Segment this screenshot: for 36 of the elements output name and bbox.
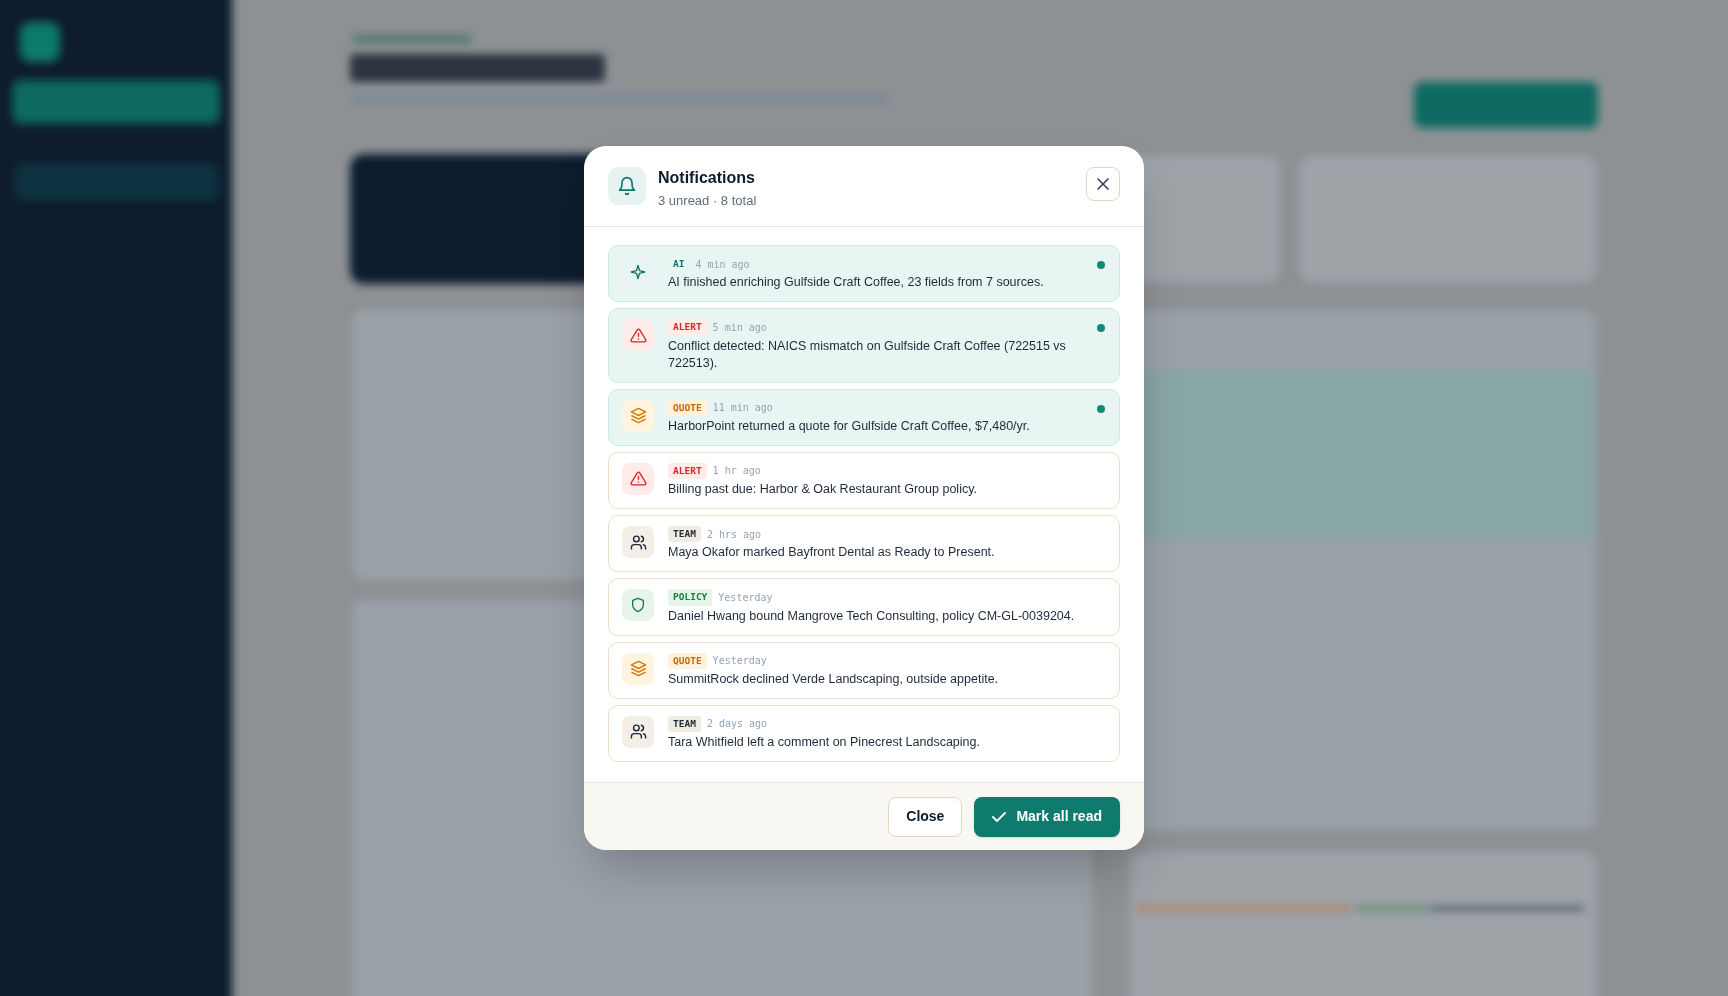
timestamp: 2 hrs ago [706, 527, 762, 542]
notification-item[interactable]: ALERT 1 hr ago Billing past due: Harbor & Oak Restaurant Group policy. [608, 451, 1120, 509]
timestamp: 1 hr ago [712, 464, 761, 479]
notification-item[interactable]: QUOTE 11 min ago HarborPoint returned a quote for Gulfside Craft Coffee, $7,480/yr. [608, 388, 1120, 446]
notification-text: SummitRock declined Verde Landscaping, outside appetite. [668, 670, 1000, 688]
category-tag: TEAM [668, 715, 701, 732]
category-tag: QUOTE [668, 652, 707, 669]
notification-item[interactable]: POLICY Yesterday Daniel Hwang bound Mangrove Tech Consulting, policy CM-GL-0039204. [608, 578, 1120, 636]
category-tag: ALERT [668, 462, 707, 479]
category-tag: POLICY [668, 589, 713, 606]
timestamp: 11 min ago [712, 401, 773, 416]
dialog-subtitle: 3 unread · 8 total [658, 192, 758, 210]
category-tag: AI [668, 256, 690, 273]
notification-text: Tara Whitfield left a comment on Pinecrest Landscaping. [668, 734, 981, 751]
notification-item[interactable]: QUOTE Yesterday SummitRock declined Verde Landscaping, outside appetite. [608, 641, 1120, 699]
timestamp: 4 min ago [695, 257, 750, 272]
notification-text: HarborPoint returned a quote for Gulfside Craft Coffee, $7,480/yr. [668, 417, 1031, 435]
notification-item[interactable]: ALERT 5 min ago Conflict detected: NAICS mismatch on Gulfside Craft Coffee (722515 vs 722513). [608, 308, 1120, 383]
notification-text: Billing past due: Harbor & Oak Restaurant Group policy. [668, 481, 978, 498]
timestamp: Yesterday [718, 590, 773, 605]
timestamp: Yesterday [712, 654, 767, 669]
category-tag: QUOTE [668, 399, 707, 416]
timestamp: 2 days ago [706, 717, 768, 732]
timestamp: 5 min ago [712, 320, 767, 335]
close-button[interactable]: Close [888, 796, 963, 837]
category-tag: ALERT [668, 319, 707, 336]
mark-all-read-button[interactable]: Mark all read [974, 796, 1120, 837]
notification-text: Daniel Hwang bound Mangrove Tech Consulting, policy CM-GL-0039204. [668, 607, 1076, 625]
dialog-title: Notifications [658, 168, 756, 188]
notification-text: Conflict detected: NAICS mismatch on Gulfside Craft Coffee (722515 vs 722513). [668, 337, 1067, 372]
notification-item[interactable]: AI 4 min ago AI finished enriching Gulfside Craft Coffee, 23 fields from 7 sources. [608, 245, 1120, 303]
notification-item[interactable]: TEAM 2 days ago Tara Whitfield left a comment on Pinecrest Landscaping. [608, 704, 1120, 762]
notification-item[interactable]: TEAM 2 hrs ago Maya Okafor marked Bayfront Dental as Ready to Present. [608, 515, 1120, 573]
category-tag: TEAM [668, 526, 701, 543]
notification-text: Maya Okafor marked Bayfront Dental as Ready to Present. [668, 544, 996, 562]
notification-text: AI finished enriching Gulfside Craft Coffee, 23 fields from 7 sources. [668, 274, 1045, 292]
